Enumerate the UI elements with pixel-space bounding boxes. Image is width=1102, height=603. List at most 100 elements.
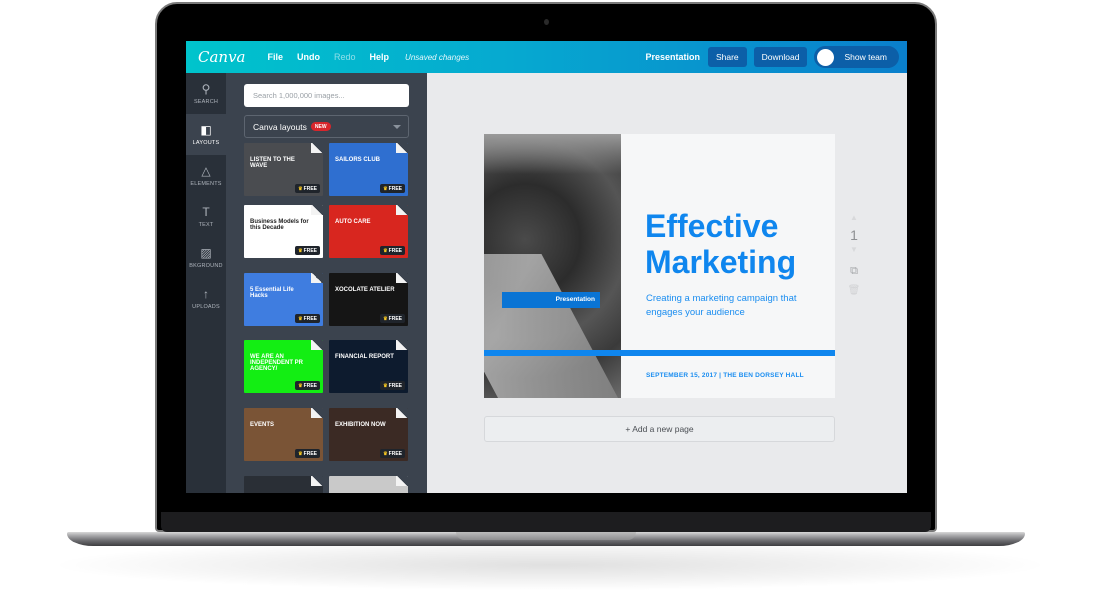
free-label: FREE <box>388 247 402 254</box>
move-down-icon[interactable]: ▼ <box>847 245 861 257</box>
template-title: EXHIBITION NOW <box>335 422 386 428</box>
camera-icon <box>544 19 549 25</box>
page-curl <box>311 205 323 215</box>
headline-line-2: Marketing <box>645 244 797 280</box>
crown-icon: ♛ <box>383 450 388 457</box>
crown-icon: ♛ <box>298 247 303 254</box>
template-thumbnail[interactable] <box>244 476 323 493</box>
template-title: AUTO CARE <box>335 219 371 225</box>
template-title: Business Models for this Decade <box>250 219 309 231</box>
template-thumbnail[interactable]: AUTO CARE ♛FREE <box>329 205 408 258</box>
template-thumbnail[interactable]: XOCOLATE ATELIER ♛FREE <box>329 273 408 326</box>
sidebar: ⚲ SEARCH ◧ LAYOUTS △ ELEMENTS T TEXT ▨ B… <box>186 73 226 493</box>
free-label: FREE <box>303 185 317 192</box>
template-thumbnail[interactable]: WE ARE AN INDEPENDENT PR AGENCY/ ♛FREE <box>244 340 323 393</box>
template-title: SAILORS CLUB <box>335 157 380 163</box>
template-title: WE ARE AN INDEPENDENT PR AGENCY/ <box>250 354 304 372</box>
free-badge: ♛FREE <box>380 381 405 390</box>
top-bar: Canva File Undo Redo Help Unsaved change… <box>186 41 907 73</box>
slide-subtitle[interactable]: Creating a marketing campaign that engag… <box>646 292 816 320</box>
image-search-input[interactable]: Search 1,000,000 images... <box>244 84 409 107</box>
forest-photo[interactable] <box>484 134 627 398</box>
share-button[interactable]: Share <box>707 47 747 67</box>
page-number: 1 <box>850 227 858 243</box>
delete-page-icon[interactable]: 🗑 <box>847 285 861 296</box>
sidebar-item-label: SEARCH <box>193 99 219 105</box>
free-badge: ♛FREE <box>295 314 320 323</box>
dropdown-value: Canva layouts <box>253 121 307 132</box>
text-icon: T <box>202 205 210 219</box>
crown-icon: ♛ <box>298 315 303 322</box>
free-label: FREE <box>303 247 317 254</box>
template-thumbnail[interactable]: EVENTS ♛FREE <box>244 408 323 461</box>
free-badge: ♛FREE <box>295 184 320 193</box>
page-curl <box>311 143 323 153</box>
template-thumbnail[interactable]: SAILORS CLUB ♛FREE <box>329 143 408 196</box>
elements-icon: △ <box>201 164 211 178</box>
template-thumbnail[interactable]: Business Models for this Decade ♛FREE <box>244 205 323 258</box>
copy-page-icon[interactable]: ⧉ <box>847 265 861 281</box>
photo-fog <box>484 134 621 174</box>
page-curl <box>311 408 323 418</box>
photo-rock <box>484 254 627 398</box>
show-team-label: Show team <box>844 52 887 62</box>
layouts-panel: Search 1,000,000 images... Canva layouts… <box>226 73 427 493</box>
menu-help[interactable]: Help <box>370 52 390 62</box>
sidebar-item-uploads[interactable]: ↑ UPLOADS <box>186 278 226 319</box>
template-title: LISTEN TO THE WAVE <box>250 157 295 169</box>
crown-icon: ♛ <box>383 247 388 254</box>
layouts-icon: ◧ <box>200 123 212 137</box>
menu-redo[interactable]: Redo <box>334 52 356 62</box>
presentation-tag[interactable]: Presentation <box>502 292 600 308</box>
page-curl <box>396 273 408 283</box>
crown-icon: ♛ <box>298 185 303 192</box>
template-thumbnail[interactable]: EXHIBITION NOW ♛FREE <box>329 408 408 461</box>
crown-icon: ♛ <box>383 185 388 192</box>
template-thumbnail[interactable] <box>329 476 408 493</box>
free-badge: ♛FREE <box>295 381 320 390</box>
free-label: FREE <box>388 450 402 457</box>
sidebar-item-label: TEXT <box>198 222 214 228</box>
crown-icon: ♛ <box>383 382 388 389</box>
template-title: EVENTS <box>250 422 275 428</box>
show-team-button[interactable]: Show team <box>814 46 899 68</box>
free-badge: ♛FREE <box>380 314 405 323</box>
layout-source-dropdown[interactable]: Canva layouts NEW <box>244 115 409 138</box>
page-curl <box>396 205 408 215</box>
crown-icon: ♛ <box>298 450 303 457</box>
sidebar-item-search[interactable]: ⚲ SEARCH <box>186 73 226 114</box>
template-thumbnail[interactable]: 5 Essential Life Hacks ♛FREE <box>244 273 323 326</box>
add-page-button[interactable]: + Add a new page <box>484 416 835 442</box>
slide-footer[interactable]: SEPTEMBER 15, 2017 | THE BEN DORSEY HALL <box>646 372 804 379</box>
free-badge: ♛FREE <box>380 449 405 458</box>
sidebar-item-elements[interactable]: △ ELEMENTS <box>186 155 226 196</box>
sidebar-item-background[interactable]: ▨ BKGROUND <box>186 237 226 278</box>
download-button[interactable]: Download <box>753 47 808 67</box>
template-title: XOCOLATE ATELIER <box>335 287 395 293</box>
sidebar-item-layouts[interactable]: ◧ LAYOUTS <box>186 114 226 155</box>
menu-undo[interactable]: Undo <box>297 52 320 62</box>
page-curl <box>311 273 323 283</box>
free-label: FREE <box>388 315 402 322</box>
template-title: 5 Essential Life Hacks <box>250 287 294 299</box>
page-curl <box>311 476 323 486</box>
background-icon: ▨ <box>200 246 212 260</box>
sidebar-item-text[interactable]: T TEXT <box>186 196 226 237</box>
template-thumbnail[interactable]: FINANCIAL REPORT ♛FREE <box>329 340 408 393</box>
template-thumbnail[interactable]: LISTEN TO THE WAVE ♛FREE <box>244 143 323 196</box>
slide-headline[interactable]: Effective Marketing <box>645 208 796 280</box>
slide-page-1[interactable]: Presentation Effective Marketing Creatin… <box>484 134 835 398</box>
template-title: FINANCIAL REPORT <box>335 354 394 360</box>
free-label: FREE <box>303 382 317 389</box>
canva-logo[interactable]: Canva <box>198 48 246 66</box>
page-curl <box>311 340 323 350</box>
free-label: FREE <box>303 450 317 457</box>
menu-file[interactable]: File <box>268 52 284 62</box>
page-controls: ▲ 1 ▼ ⧉ 🗑 <box>847 213 861 296</box>
sidebar-item-label: UPLOADS <box>192 304 220 310</box>
sidebar-item-label: BKGROUND <box>189 263 223 269</box>
sidebar-item-label: LAYOUTS <box>192 140 220 146</box>
page-curl <box>396 408 408 418</box>
move-up-icon[interactable]: ▲ <box>847 213 861 225</box>
page-curl <box>396 340 408 350</box>
